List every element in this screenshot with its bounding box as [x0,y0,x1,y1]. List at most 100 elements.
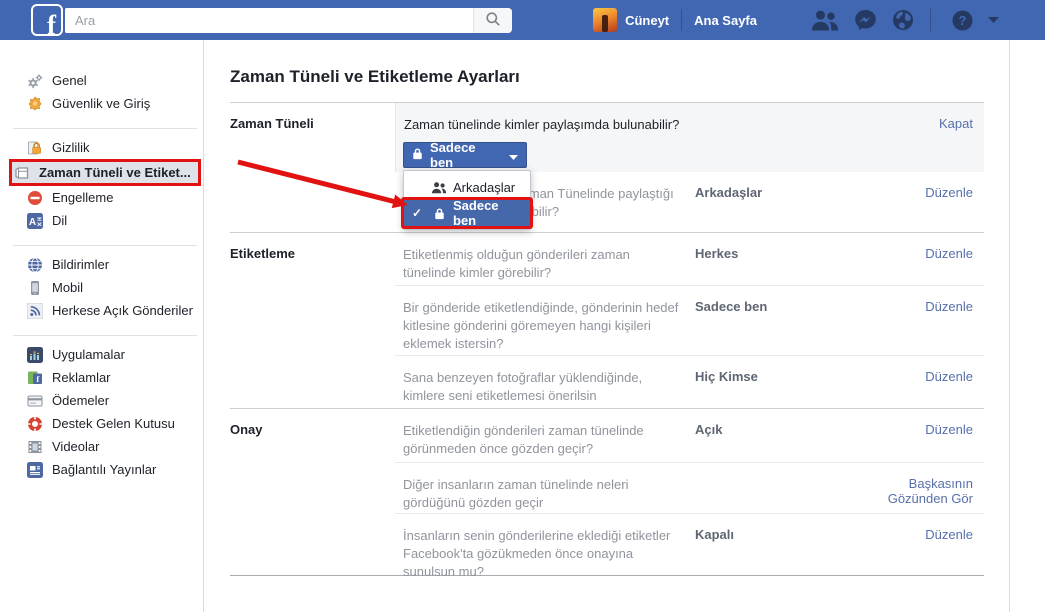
sidebar-item-mobil[interactable]: Mobil [0,276,203,299]
settings-row: Diğer insanların zaman tünelinde neleri … [230,462,984,513]
dropdown-option-arkada-lar[interactable]: Arkadaşlar [404,174,530,200]
setting-row-body: Etiketlendiğin gönderileri zaman tünelin… [395,409,984,462]
section-label [230,172,395,232]
svg-text:A: A [29,217,36,228]
search-button[interactable] [473,8,512,33]
sidebar-item-engelleme[interactable]: Engelleme [0,186,203,209]
lock-icon [412,147,423,163]
rss-icon [27,303,43,319]
videos-icon [27,439,43,455]
setting-action-link[interactable]: Düzenle [860,514,984,575]
svg-text:f: f [36,374,39,384]
apps-icon [27,347,43,363]
sidebar-group: Bildirimler Mobil Herkese Açık Gönderile… [13,245,197,335]
sidebar-item-baglantili-yayinlar[interactable]: Bağlantılı Yayınlar [0,458,203,481]
sidebar-item-uygulamalar[interactable]: Uygulamalar [0,343,203,366]
facebook-logo-icon[interactable]: f [31,4,63,36]
sidebar-item-dil[interactable]: A Dil [0,209,203,232]
search-bar [65,8,512,33]
svg-text:?: ? [959,13,967,28]
setting-value: Hiç Kimse [695,356,860,408]
setting-value: Açık [695,409,860,462]
setting-row-body: Diğer insanların zaman tünelinde neleri … [395,462,984,513]
settings-row: İnsanların senin gönderilerine eklediği … [230,513,984,575]
caret-down-icon [509,148,518,163]
audience-dropdown-menu: Arkadaşlar ✓ Sadece ben [403,170,531,230]
sidebar-item-genel[interactable]: Genel [0,69,203,92]
ads-icon: f [27,370,43,386]
section-label: Zaman Tüneli [230,103,395,172]
setting-value: Kapalı [695,514,860,575]
profile-name-link[interactable]: Cüneyt [625,13,669,28]
sidebar-item-herkese-acik-gonderiler[interactable]: Herkese Açık Gönderiler [0,299,203,322]
linked-posts-icon [27,462,43,478]
facebook-settings-page: f Cüneyt Ana Sayfa [0,0,1045,612]
section-label [230,355,395,408]
sidebar-group: Genel Güvenlik ve Giriş [0,62,203,128]
setting-action-link[interactable]: Düzenle [860,356,984,408]
section-label [230,285,395,355]
setting-question: Etiketlendiğin gönderileri zaman tünelin… [395,409,695,462]
setting-action-link[interactable]: Başkasının Gözünden Gör [860,463,984,513]
setting-row-body: Bir gönderide etiketlendiğinde, gönderin… [395,285,984,355]
sidebar-item-gizlilik[interactable]: Gizlilik [0,136,203,159]
notifications-globe-icon[interactable] [892,9,914,31]
header-divider [681,9,682,31]
audience-selector-button[interactable]: Sadece ben [403,142,527,168]
audience-selector-label: Sadece ben [430,140,500,170]
settings-row: Bir gönderide etiketlendiğinde, gönderin… [230,285,984,355]
friend-requests-icon[interactable] [810,9,839,31]
home-link[interactable]: Ana Sayfa [694,13,757,28]
settings-table: Zaman Tüneli Zaman tünelinde kimler payl… [230,102,984,576]
sidebar-item-bildirimler[interactable]: Bildirimler [0,253,203,276]
setting-action-link[interactable]: Düzenle [860,409,984,462]
language-icon: A [27,213,43,229]
support-icon [27,416,43,432]
setting-row-body: Etiketlenmiş olduğun gönderileri zaman t… [395,233,984,285]
setting-question: İnsanların senin gönderilerine eklediği … [395,514,695,575]
page-title: Zaman Tüneli ve Etiketleme Ayarları [230,66,1009,87]
setting-row-body: Sana benzeyen fotoğraflar yüklendiğinde,… [395,355,984,408]
sidebar-group: Uygulamalar f Reklamlar Ödemeler Destek … [13,335,197,494]
timeline-icon [14,165,30,181]
help-icon[interactable]: ? [952,10,973,31]
setting-action-link[interactable]: Düzenle [860,286,984,355]
top-nav-bar: f Cüneyt Ana Sayfa [0,0,1045,40]
setting-action-link[interactable]: Düzenle [860,172,984,232]
messenger-icon[interactable] [854,9,877,31]
avatar[interactable] [593,8,617,32]
setting-value: Sadece ben [695,286,860,355]
sidebar-item-guvenlik-ve-giris[interactable]: Güvenlik ve Giriş [0,92,203,115]
settings-row: Etiketleme Etiketlenmiş olduğun gönderil… [230,232,984,285]
sidebar-item-destek-gelen-kutusu[interactable]: Destek Gelen Kutusu [0,412,203,435]
search-icon [485,11,501,30]
gears-icon [27,73,43,89]
sidebar-item-videolar[interactable]: Videolar [0,435,203,458]
friends-icon [431,181,447,194]
settings-row: Zaman Tüneli Zaman tünelinde kimler payl… [230,103,984,172]
search-input[interactable] [65,8,473,33]
mobile-icon [27,280,43,296]
sidebar-group: Gizlilik Zaman Tüneli ve Etiket... Engel… [13,128,197,245]
setting-value [695,463,860,513]
block-icon [27,190,43,206]
settings-main: Zaman Tüneli ve Etiketleme Ayarları Zama… [205,40,1010,612]
sidebar-item-zaman-tuneli-ve-etiketleme[interactable]: Zaman Tüneli ve Etiket... [9,159,201,186]
setting-question: Etiketlenmiş olduğun gönderileri zaman t… [395,233,695,285]
sidebar-item-reklamlar[interactable]: f Reklamlar [0,366,203,389]
setting-action-link[interactable]: Düzenle [860,233,984,285]
settings-row: Başkalarının senin Zaman Tünelinde payla… [230,172,984,232]
badge-icon [27,96,43,112]
section-label: Onay [230,409,395,462]
header-icons [795,9,914,31]
sidebar-item-odemeler[interactable]: Ödemeler [0,389,203,412]
header-right-cluster: Cüneyt Ana Sayfa ? [593,8,999,32]
lock-icon [431,207,447,220]
section-label [230,462,395,513]
account-menu-caret-icon[interactable] [988,17,999,23]
setting-action-link[interactable]: Kapat [861,103,984,172]
setting-value: Herkes [695,233,860,285]
settings-sidebar: Genel Güvenlik ve Giriş Gizlilik Zaman T… [0,40,204,612]
dropdown-option-sadece-ben[interactable]: ✓ Sadece ben [404,200,530,226]
globe-icon [27,257,43,273]
